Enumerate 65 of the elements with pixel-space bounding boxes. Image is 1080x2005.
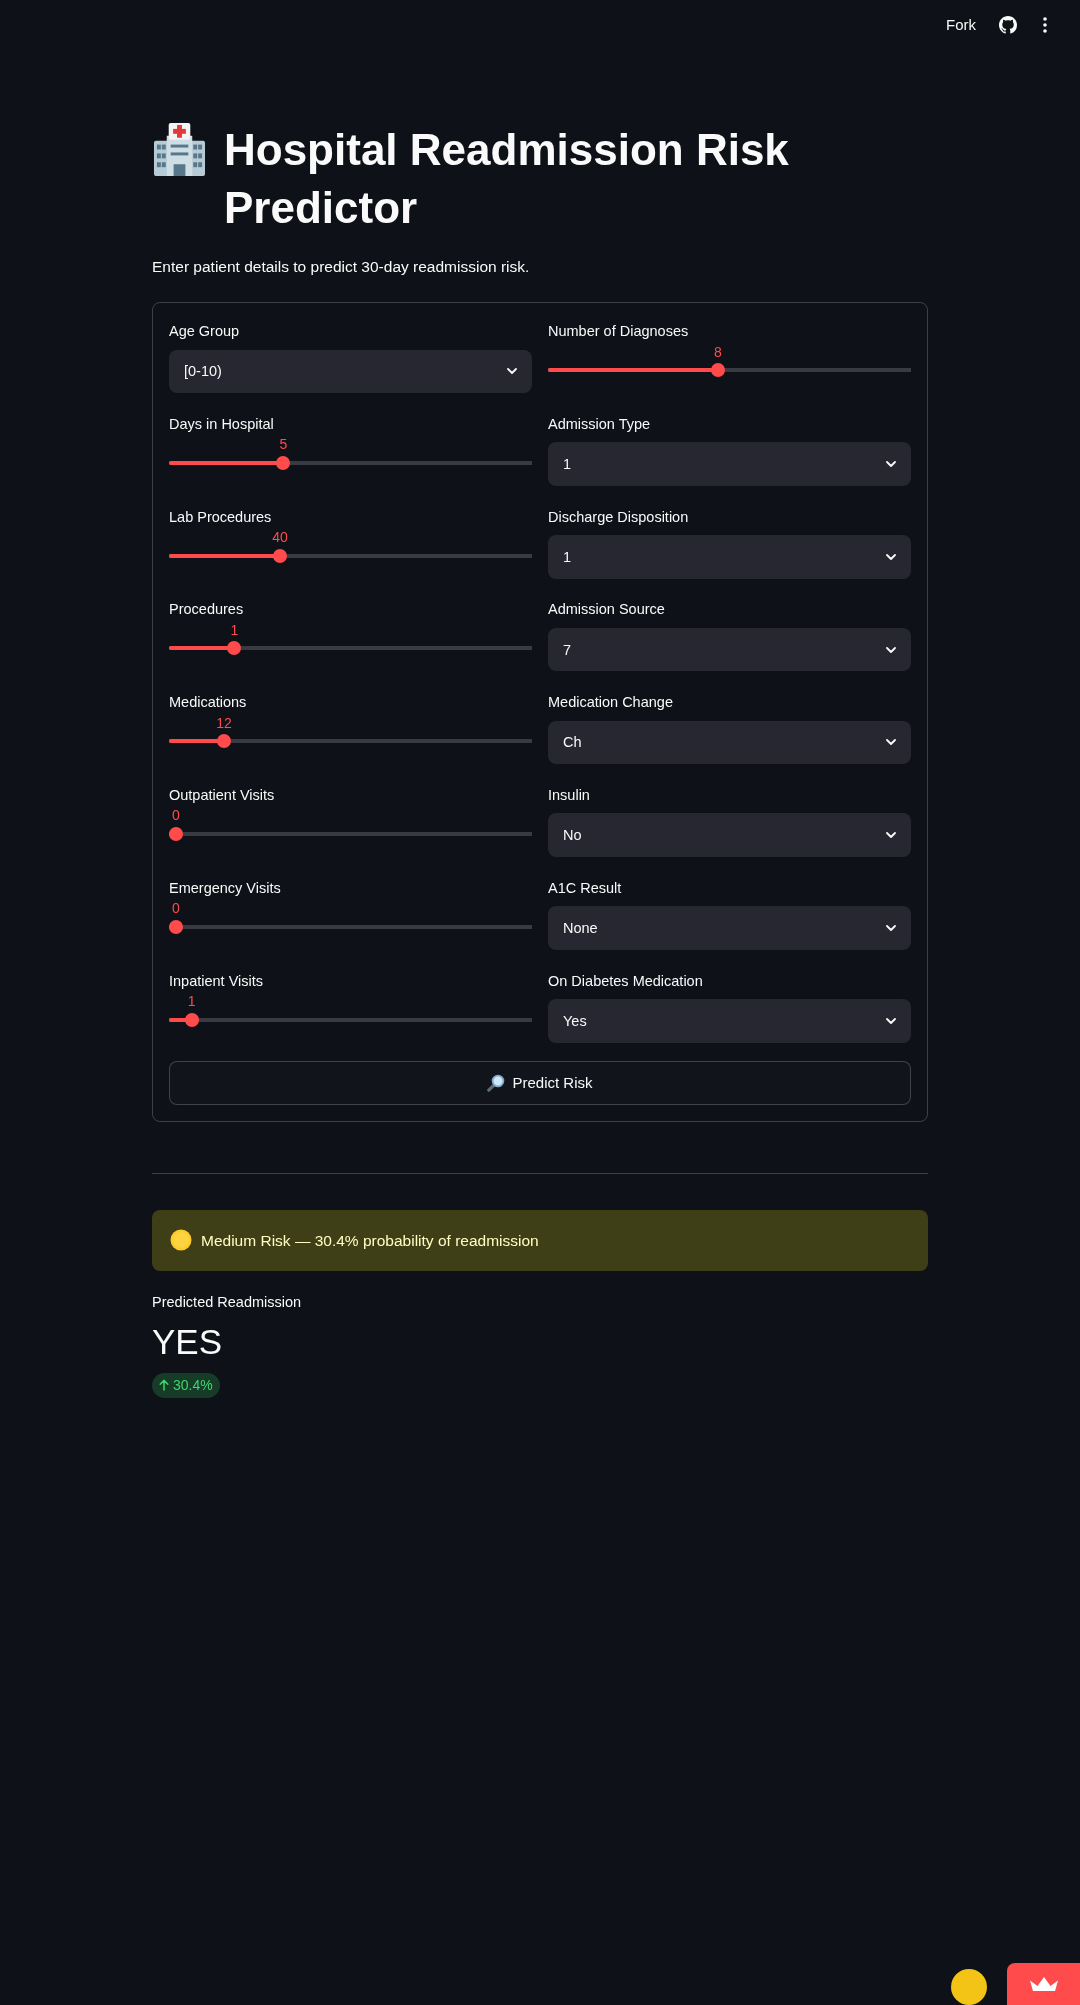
field-label: Outpatient Visits — [169, 786, 275, 805]
github-icon[interactable] — [999, 16, 1017, 34]
dropdown[interactable]: No — [548, 813, 911, 857]
dropdown[interactable]: None — [548, 906, 911, 950]
field-label: Admission Type — [548, 414, 651, 434]
chevron-down-icon — [886, 739, 896, 746]
dropdown[interactable]: 1 — [548, 535, 911, 579]
slider-thumb[interactable] — [217, 734, 231, 749]
slider-thumb[interactable] — [276, 455, 291, 470]
field-label: Inpatient Visits — [169, 971, 264, 991]
circle-icon — [170, 1229, 192, 1252]
dropdown[interactable]: 7 — [548, 627, 911, 672]
alert-message: Medium Risk — 30.4% probability of readmission — [201, 1230, 539, 1251]
slider-value: 1 — [187, 992, 196, 1011]
field-label: Medication Change — [548, 693, 673, 713]
slider-thumb[interactable] — [273, 548, 287, 563]
chevron-down-icon — [886, 553, 896, 560]
crown-icon — [1029, 1977, 1058, 1991]
field-label: Emergency Visits — [169, 878, 281, 898]
slider-value: 1 — [230, 620, 239, 639]
chevron-down-icon — [886, 1017, 896, 1024]
field-label: Discharge Disposition — [548, 507, 689, 527]
arrow-up-icon — [159, 1379, 169, 1392]
field-label: Number of Diagnoses — [548, 322, 689, 341]
slider-value: 8 — [714, 342, 722, 361]
slider-value: 0 — [172, 806, 180, 825]
menu-icon[interactable] — [1043, 17, 1047, 33]
slider-value: 5 — [279, 435, 288, 454]
predict-button[interactable]: Predict Risk — [169, 1060, 911, 1105]
dropdown[interactable]: 1 — [548, 442, 911, 486]
field-label: Medications — [169, 693, 247, 713]
page-title: Hospital Readmission Risk Predictor — [224, 124, 790, 234]
slider-value: 40 — [272, 528, 288, 547]
field-label: On Diabetes Medication — [548, 971, 703, 991]
metric-label: Predicted Readmission — [152, 1293, 302, 1313]
field-label: Admission Source — [548, 600, 665, 620]
hosted-app-button[interactable] — [1007, 1963, 1080, 2005]
slider-thumb[interactable] — [710, 363, 725, 377]
field-label: Insulin — [548, 786, 590, 805]
slider-thumb[interactable] — [169, 919, 183, 934]
hospital-icon — [152, 123, 207, 176]
page-subtitle: Enter patient details to predict 30-day readmission risk. — [152, 257, 531, 277]
chevron-down-icon — [886, 461, 896, 468]
metric-value: YES — [152, 1320, 223, 1363]
avatar-icon[interactable] — [951, 1969, 987, 2005]
slider-value: 0 — [172, 899, 180, 918]
field-label: Age Group — [169, 322, 240, 341]
slider-value: 12 — [216, 713, 232, 732]
search-icon — [487, 1073, 506, 1092]
dropdown[interactable]: [0-10) — [169, 349, 532, 393]
chevron-down-icon — [507, 368, 517, 375]
field-label: Procedures — [169, 600, 244, 620]
field-label: A1C Result — [548, 878, 622, 898]
chevron-down-icon — [886, 925, 896, 932]
dropdown[interactable]: Yes — [548, 999, 911, 1043]
field-label: Days in Hospital — [169, 414, 274, 434]
field-label: Lab Procedures — [169, 507, 272, 527]
dropdown[interactable]: Ch — [548, 720, 911, 765]
chevron-down-icon — [886, 646, 896, 653]
delta-value: 30.4% — [173, 1377, 213, 1394]
slider-thumb[interactable] — [227, 641, 242, 656]
slider-thumb[interactable] — [184, 1012, 199, 1027]
chevron-down-icon — [886, 832, 896, 839]
fork-button[interactable]: Fork — [946, 15, 976, 35]
slider-thumb[interactable] — [169, 827, 183, 841]
